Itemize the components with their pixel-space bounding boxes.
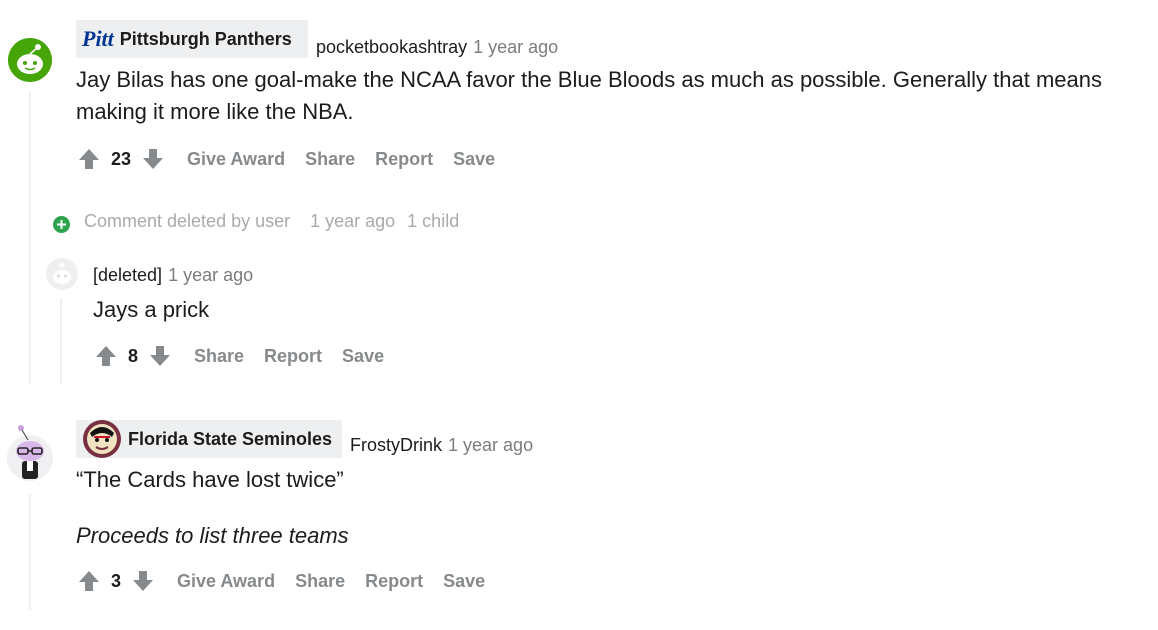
thread-line[interactable] bbox=[29, 494, 31, 610]
give-award-button[interactable]: Give Award bbox=[177, 571, 275, 592]
report-button[interactable]: Report bbox=[375, 149, 433, 170]
child-count[interactable]: 1 child bbox=[407, 211, 459, 232]
vote-score: 3 bbox=[111, 570, 122, 591]
comment-body-line-italic: Proceeds to list three teams bbox=[76, 523, 349, 548]
username-label: [deleted] bbox=[93, 265, 163, 285]
comment-actions: 8 Share Report Save bbox=[94, 341, 384, 371]
comment-body-text: Jays a prick bbox=[93, 297, 210, 322]
share-button[interactable]: Share bbox=[295, 571, 345, 592]
user-avatar[interactable] bbox=[6, 424, 54, 484]
upvote-icon[interactable] bbox=[77, 569, 101, 593]
default-avatar-icon bbox=[46, 258, 78, 290]
comment-body-line: “The Cards have lost twice” bbox=[76, 467, 344, 492]
comment-body: Proceeds to list three teams bbox=[76, 520, 349, 552]
pitt-logo-icon: Pitt bbox=[82, 26, 114, 51]
thread-line[interactable] bbox=[60, 298, 62, 384]
username-link[interactable]: FrostyDrink bbox=[350, 435, 442, 455]
comment-body-text: Jay Bilas has one goal-make the NCAA fav… bbox=[76, 67, 1102, 124]
downvote-icon[interactable] bbox=[148, 344, 172, 368]
user-avatar bbox=[46, 258, 78, 290]
comment-meta: FrostyDrink 1 year ago bbox=[350, 435, 533, 456]
comment-body: “The Cards have lost twice” bbox=[76, 464, 344, 496]
give-award-button[interactable]: Give Award bbox=[187, 149, 285, 170]
comment-actions: 3 Give Award Share Report Save bbox=[77, 566, 485, 596]
deleted-timestamp[interactable]: 1 year ago bbox=[310, 211, 395, 232]
comment-actions: 23 Give Award Share Report Save bbox=[77, 144, 495, 174]
save-button[interactable]: Save bbox=[453, 149, 495, 170]
flair-text: Florida State Seminoles bbox=[128, 428, 333, 449]
comment-meta: [deleted] 1 year ago bbox=[93, 265, 253, 286]
expand-thread-icon[interactable] bbox=[53, 216, 70, 233]
deleted-label: Comment deleted by user bbox=[84, 211, 291, 231]
comment-meta: pocketbookashtray 1 year ago bbox=[316, 37, 558, 58]
username-link[interactable]: pocketbookashtray bbox=[316, 37, 467, 57]
save-button[interactable]: Save bbox=[443, 571, 485, 592]
save-button[interactable]: Save bbox=[342, 346, 384, 367]
comment-timestamp[interactable]: 1 year ago bbox=[168, 265, 253, 285]
report-button[interactable]: Report bbox=[264, 346, 322, 367]
deleted-comment-row[interactable]: Comment deleted by user 1 year ago 1 chi… bbox=[84, 211, 459, 232]
user-flair: Pitt Pittsburgh Panthers bbox=[76, 20, 308, 58]
user-avatar[interactable] bbox=[8, 38, 52, 82]
comment-body: Jay Bilas has one goal-make the NCAA fav… bbox=[76, 64, 1126, 128]
comment-body: Jays a prick bbox=[93, 294, 209, 326]
snoo-avatar-icon bbox=[7, 425, 53, 481]
seminoles-logo-icon bbox=[82, 419, 122, 459]
share-button[interactable]: Share bbox=[194, 346, 244, 367]
comment-timestamp[interactable]: 1 year ago bbox=[448, 435, 533, 455]
report-button[interactable]: Report bbox=[365, 571, 423, 592]
user-flair: Florida State Seminoles bbox=[76, 420, 342, 458]
upvote-icon[interactable] bbox=[94, 344, 118, 368]
upvote-icon[interactable] bbox=[77, 147, 101, 171]
comment-timestamp[interactable]: 1 year ago bbox=[473, 37, 558, 57]
snoo-avatar-icon bbox=[8, 38, 52, 82]
vote-score: 8 bbox=[128, 345, 139, 366]
vote-score: 23 bbox=[111, 148, 132, 169]
downvote-icon[interactable] bbox=[131, 569, 155, 593]
flair-text: Pittsburgh Panthers bbox=[119, 28, 292, 49]
share-button[interactable]: Share bbox=[305, 149, 355, 170]
downvote-icon[interactable] bbox=[141, 147, 165, 171]
thread-line[interactable] bbox=[29, 92, 31, 384]
